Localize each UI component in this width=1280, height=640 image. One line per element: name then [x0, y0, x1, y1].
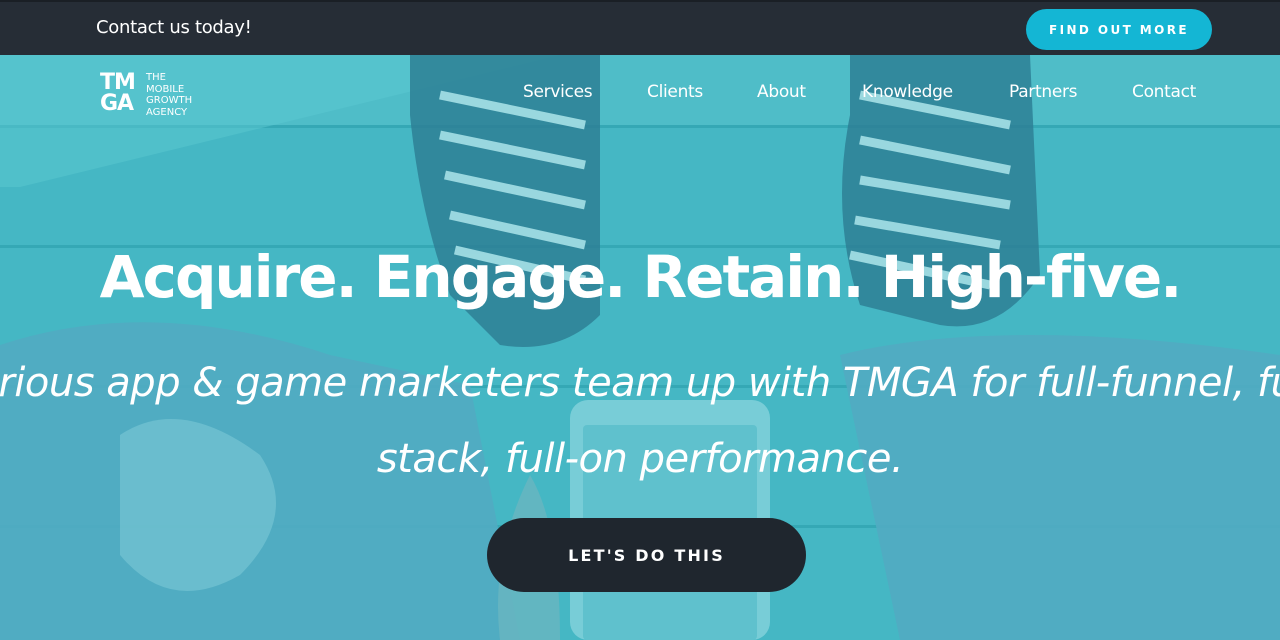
logo-tagline-line-1: THE: [146, 72, 166, 83]
nav-item-contact[interactable]: Contact: [1132, 82, 1196, 102]
logo-mark-line-2: GA: [100, 91, 134, 116]
contact-us-link[interactable]: Contact us today!: [96, 17, 252, 38]
hero-subheadline-line-2: stack, full-on performance.: [376, 436, 904, 482]
top-bar: Contact us today! FIND OUT MORE: [0, 0, 1280, 55]
logo-mark-line-1: TM: [100, 70, 136, 95]
logo-tagline-line-4: AGENCY: [146, 106, 188, 118]
nav-item-partners[interactable]: Partners: [1009, 82, 1078, 102]
hero-subheadline-line-1: Serious app & game marketers team up wit…: [0, 360, 1280, 406]
logo-tagline: THE MOBILE GROWTH AGENCY: [146, 72, 216, 118]
find-out-more-button[interactable]: FIND OUT MORE: [1026, 9, 1212, 50]
logo-mark: TM GA: [100, 70, 146, 116]
logo-tagline-line-3: GROWTH: [146, 95, 193, 106]
nav-item-services[interactable]: Services: [523, 82, 593, 102]
hero-subheadline: Serious app & game marketers team up wit…: [0, 345, 1280, 497]
lets-do-this-button[interactable]: LET'S DO THIS: [487, 518, 806, 592]
nav-item-clients[interactable]: Clients: [647, 82, 703, 102]
logo-tagline-line-2: MOBILE: [146, 83, 185, 95]
nav-item-about[interactable]: About: [757, 82, 806, 102]
nav-item-knowledge[interactable]: Knowledge: [862, 82, 953, 102]
hero-headline: Acquire. Engage. Retain. High-five.: [99, 243, 1183, 311]
